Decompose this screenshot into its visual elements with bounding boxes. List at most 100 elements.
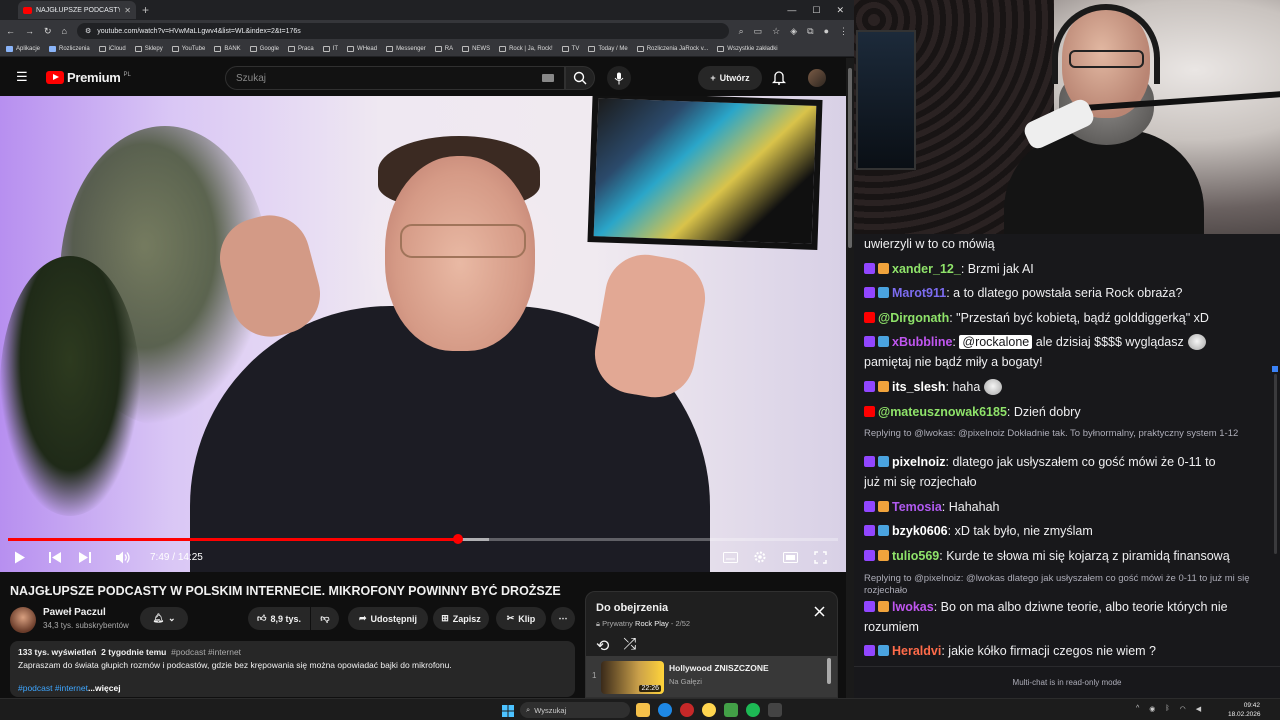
extension-icon[interactable]: ◈ xyxy=(790,26,797,37)
youtube-logo[interactable]: Premium PL xyxy=(46,70,131,85)
site-info-icon[interactable]: ⚙ xyxy=(85,27,91,35)
subtitles-button[interactable] xyxy=(720,547,740,567)
browser-tab[interactable]: NAJGŁUPSZE PODCASTY W... ✕ xyxy=(18,1,136,19)
miniplayer-button[interactable] xyxy=(780,547,800,567)
reload-icon[interactable]: ↻ xyxy=(44,26,52,37)
chat-username[interactable]: @Dirgonath xyxy=(878,311,949,325)
tray-chevron-icon[interactable]: ^ xyxy=(1136,705,1139,713)
chat-username[interactable]: Heraldvi xyxy=(892,644,941,658)
home-icon[interactable]: ⌂ xyxy=(62,26,67,36)
opera-icon[interactable] xyxy=(680,703,694,717)
chat-username[interactable]: lwokas xyxy=(892,600,934,614)
chat-username[interactable]: tulio569 xyxy=(892,549,939,563)
playlist-owner[interactable]: Rock Play xyxy=(635,619,669,628)
chat-username[interactable]: @mateusznowak6185 xyxy=(878,405,1007,419)
bookmark-item[interactable]: Rozliczenia JaRock v... xyxy=(636,46,708,52)
bookmark-item[interactable]: Rock | Ja, Rock! xyxy=(499,46,553,52)
channel-avatar[interactable] xyxy=(10,607,36,633)
chat-username[interactable]: pixelnoiz xyxy=(892,455,945,469)
start-button[interactable] xyxy=(502,704,514,720)
play-button[interactable] xyxy=(10,547,30,567)
clip-button[interactable]: ✂ Klip xyxy=(496,607,546,630)
search-input[interactable]: Szukaj xyxy=(225,66,565,90)
channel-name[interactable]: Paweł Paczul xyxy=(43,607,106,618)
url-field[interactable]: ⚙ youtube.com/watch?v=HVwMaLLgwv4&list=W… xyxy=(76,23,729,39)
account-avatar[interactable] xyxy=(808,69,826,87)
more-actions-button[interactable]: ⋯ xyxy=(551,607,575,630)
playlist-scrollbar[interactable] xyxy=(827,658,831,684)
bookmark-item[interactable]: IT xyxy=(322,46,338,52)
keyboard-icon[interactable] xyxy=(542,74,554,82)
bookmark-item[interactable]: Wszystkie zakładki xyxy=(717,46,778,52)
clock[interactable]: 09:42 18.02.2026 xyxy=(1228,701,1261,719)
chat-scrollbar[interactable] xyxy=(1274,374,1277,554)
hamburger-menu-icon[interactable]: ☰ xyxy=(16,69,30,85)
cast-icon[interactable]: ▭ xyxy=(754,26,763,37)
loop-icon[interactable]: ⟲ xyxy=(596,636,609,656)
profile-icon[interactable]: ● xyxy=(824,26,829,37)
voice-search-button[interactable] xyxy=(607,66,631,90)
network-icon[interactable]: ◉ xyxy=(1149,705,1155,713)
bookmark-item[interactable]: NEWS xyxy=(462,46,490,52)
settings-button[interactable] xyxy=(750,547,770,567)
chat-username[interactable]: bzyk0606 xyxy=(892,524,948,538)
maximize-button[interactable]: ☐ xyxy=(812,5,820,16)
bookmark-item[interactable]: RA xyxy=(434,46,453,52)
chat-username[interactable]: xander_12_ xyxy=(892,262,961,276)
progress-bar[interactable] xyxy=(8,534,838,544)
page-scroll-thumb[interactable] xyxy=(848,68,852,248)
close-tab-icon[interactable]: ✕ xyxy=(124,6,131,15)
next-button[interactable] xyxy=(75,547,95,567)
close-window-button[interactable]: ✕ xyxy=(836,5,844,16)
bookmark-item[interactable]: iCloud xyxy=(98,46,126,52)
edge-icon[interactable] xyxy=(658,703,672,717)
subscribe-notification-button[interactable]: 🔔︎ ⌄ xyxy=(140,607,188,630)
spotify-icon[interactable] xyxy=(746,703,760,717)
close-playlist-button[interactable] xyxy=(814,604,825,622)
zoom-icon[interactable]: ⌕ xyxy=(739,26,744,37)
usb-app-icon[interactable] xyxy=(768,703,782,717)
back-icon[interactable]: ← xyxy=(6,26,15,36)
create-button[interactable]: + Utwórz xyxy=(698,66,762,90)
show-more-link[interactable]: ...więcej xyxy=(88,683,121,693)
fullscreen-button[interactable] xyxy=(810,547,830,567)
playlist-item[interactable]: 1 22:26 Hollywood ZNISZCZONE Na Gałęzi xyxy=(586,656,837,697)
search-button[interactable] xyxy=(565,66,595,90)
video-player[interactable]: 7:49 / 14:25 xyxy=(0,96,846,572)
notes-app-icon[interactable] xyxy=(724,703,738,717)
bookmark-item[interactable]: Aplikacje xyxy=(6,46,40,52)
chat-username[interactable]: its_slesh xyxy=(892,380,946,394)
bookmark-item[interactable]: YouTube xyxy=(171,46,205,52)
chat-username[interactable]: Temosia xyxy=(892,500,942,514)
bookmark-item[interactable]: WHead xyxy=(347,46,377,52)
bookmark-item[interactable]: BANK xyxy=(214,46,241,52)
bluetooth-icon[interactable]: ᛒ xyxy=(1165,705,1169,713)
playlist-title[interactable]: Do obejrzenia xyxy=(596,602,668,614)
wifi-icon[interactable]: ◠ xyxy=(1180,705,1186,713)
extensions-puzzle-icon[interactable]: ⧉ xyxy=(807,26,813,37)
bookmark-item[interactable]: Today / Me xyxy=(588,46,628,52)
forward-icon[interactable]: → xyxy=(25,26,34,36)
menu-kebab-icon[interactable]: ⋮ xyxy=(839,26,848,37)
file-explorer-icon[interactable] xyxy=(636,703,650,717)
like-button[interactable]: 👍︎ 8,9 tys. xyxy=(248,607,310,630)
bookmark-item[interactable]: Rozliczenia xyxy=(49,46,90,52)
volume-button[interactable] xyxy=(113,547,133,567)
bookmark-item[interactable]: Sklepy xyxy=(134,46,163,52)
chat-username[interactable]: xBubbline xyxy=(892,335,952,349)
save-button[interactable]: ⊞ Zapisz xyxy=(433,607,489,630)
taskbar-search[interactable]: ⌕ Wyszukaj xyxy=(520,702,630,718)
bookmark-item[interactable]: Google xyxy=(249,46,279,52)
notifications-bell-icon[interactable] xyxy=(771,70,787,90)
chrome-icon[interactable] xyxy=(702,703,716,717)
speaker-icon[interactable]: ◀ xyxy=(1196,705,1201,713)
minimize-button[interactable]: — xyxy=(787,5,796,16)
description-box[interactable]: 133 tys. wyświetleń 2 tygodnie temu #pod… xyxy=(10,641,575,697)
dislike-button[interactable]: 👎︎ xyxy=(311,607,339,630)
bookmark-item[interactable]: Praca xyxy=(288,46,314,52)
chat-username[interactable]: Marot911 xyxy=(892,286,946,300)
page-scrollbar[interactable] xyxy=(846,58,854,698)
share-button[interactable]: ➦ Udostępnij xyxy=(348,607,428,630)
bookmark-star-icon[interactable]: ☆ xyxy=(772,26,780,37)
bookmark-item[interactable]: Messenger xyxy=(386,46,426,52)
